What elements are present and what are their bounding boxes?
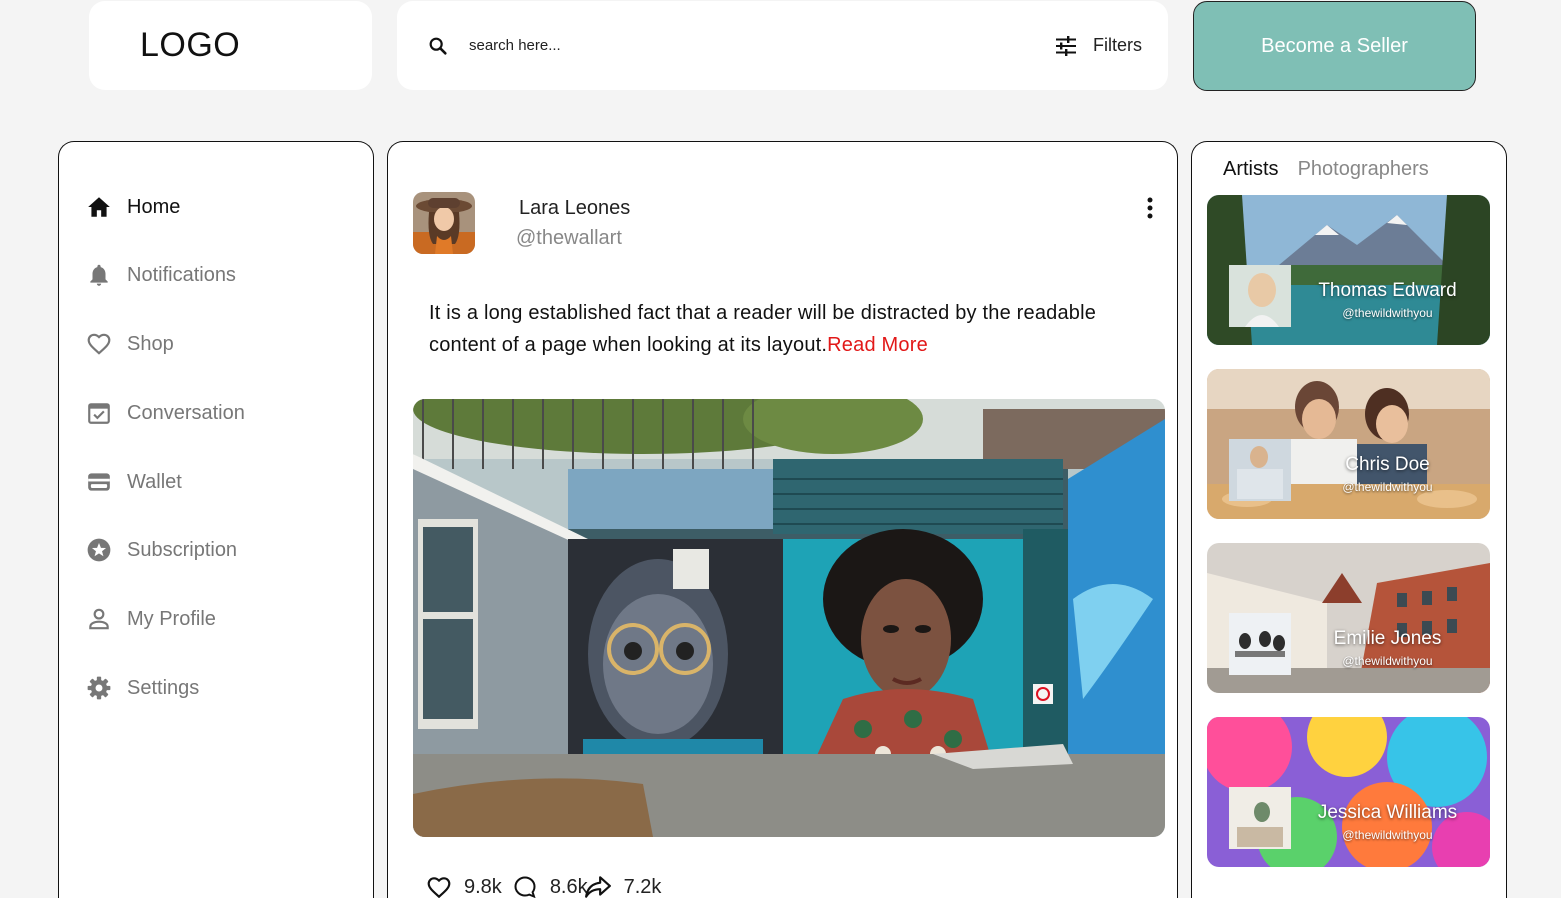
sidebar-item-label: Settings [127,676,200,699]
star-icon [87,538,111,562]
author-handle[interactable]: @thewallart [516,227,622,250]
sidebar-item-label: Home [127,195,181,218]
creator-handle: @thewildwithyou [1342,306,1433,320]
sidebar-item-label: Wallet [127,470,182,493]
sidebar-item-notifications[interactable]: Notifications [86,262,236,288]
become-seller-button[interactable]: Become a Seller [1193,1,1476,91]
logo-text: LOGO [140,26,241,64]
tune-icon [1056,35,1076,56]
creator-name: Thomas Edward [1318,280,1457,301]
more-options-icon[interactable] [1140,196,1160,227]
search-bar: Filters [397,1,1168,90]
creator-card[interactable]: Emilie Jones @thewildwithyou [1207,543,1490,693]
share-count: 7.2k [623,875,662,898]
sidebar: Home Notifications Shop Conversation Wal… [58,141,374,898]
creator-card[interactable]: Chris Doe @thewildwithyou [1207,369,1490,519]
creator-name: Emilie Jones [1333,628,1442,649]
heart-icon [87,333,111,355]
heart-icon [427,877,451,898]
creator-handle: @thewildwithyou [1342,654,1433,668]
creator-card[interactable]: Thomas Edward @thewildwithyou [1207,195,1490,345]
like-button[interactable]: 9.8k [426,875,502,898]
creator-tabs: Artists Photographers [1223,158,1429,181]
post-image[interactable] [413,399,1165,837]
sidebar-item-shop[interactable]: Shop [86,331,174,357]
sidebar-item-label: My Profile [127,607,216,630]
tab-photographers[interactable]: Photographers [1298,158,1429,181]
sidebar-item-label: Conversation [127,401,245,424]
creator-handle: @thewildwithyou [1342,828,1433,842]
sidebar-item-conversation[interactable]: Conversation [86,400,245,426]
sidebar-item-label: Subscription [127,538,238,561]
read-more-link[interactable]: Read More [827,334,928,356]
sidebar-item-label: Shop [127,332,174,355]
creator-name: Jessica Williams [1317,802,1458,823]
share-button[interactable]: 7.2k [584,875,662,898]
author-name[interactable]: Lara Leones [519,197,630,220]
search-input[interactable] [469,37,1055,54]
author-avatar[interactable] [413,192,475,254]
share-icon [584,876,611,898]
sidebar-item-home[interactable]: Home [86,194,180,220]
creator-handle: @thewildwithyou [1342,480,1433,494]
creators-panel: Artists Photographers Thomas Edward @the… [1191,141,1507,898]
tab-artists[interactable]: Artists [1223,158,1279,181]
comment-button[interactable]: 8.6k [512,875,588,898]
creator-card[interactable]: Jessica Williams @thewildwithyou [1207,717,1490,867]
sidebar-item-wallet[interactable]: Wallet [86,469,182,495]
checkbox-icon [88,403,110,424]
logo[interactable]: LOGO [89,1,372,90]
sidebar-item-settings[interactable]: Settings [86,675,199,701]
bell-icon [90,264,108,286]
filters-label: Filters [1093,35,1142,55]
home-icon [88,197,110,217]
gear-icon [87,676,111,700]
search-icon [429,37,447,55]
sidebar-item-subscription[interactable]: Subscription [86,537,237,563]
post-body: It is a long established fact that a rea… [429,302,1097,356]
post-card: Lara Leones @thewallart It is a long est… [387,141,1178,898]
creator-name: Chris Doe [1345,454,1430,475]
like-count: 9.8k [464,875,502,898]
sidebar-item-label: Notifications [127,263,236,286]
comment-icon [514,876,536,898]
comment-count: 8.6k [549,875,588,898]
wallet-icon [88,473,110,491]
filters-button[interactable]: Filters [1055,35,1142,56]
person-icon [89,608,109,630]
post-stats: 9.8k 8.6k 7.2k [426,875,671,898]
post-text: It is a long established fact that a rea… [429,297,1109,361]
sidebar-item-my-profile[interactable]: My Profile [86,606,216,632]
